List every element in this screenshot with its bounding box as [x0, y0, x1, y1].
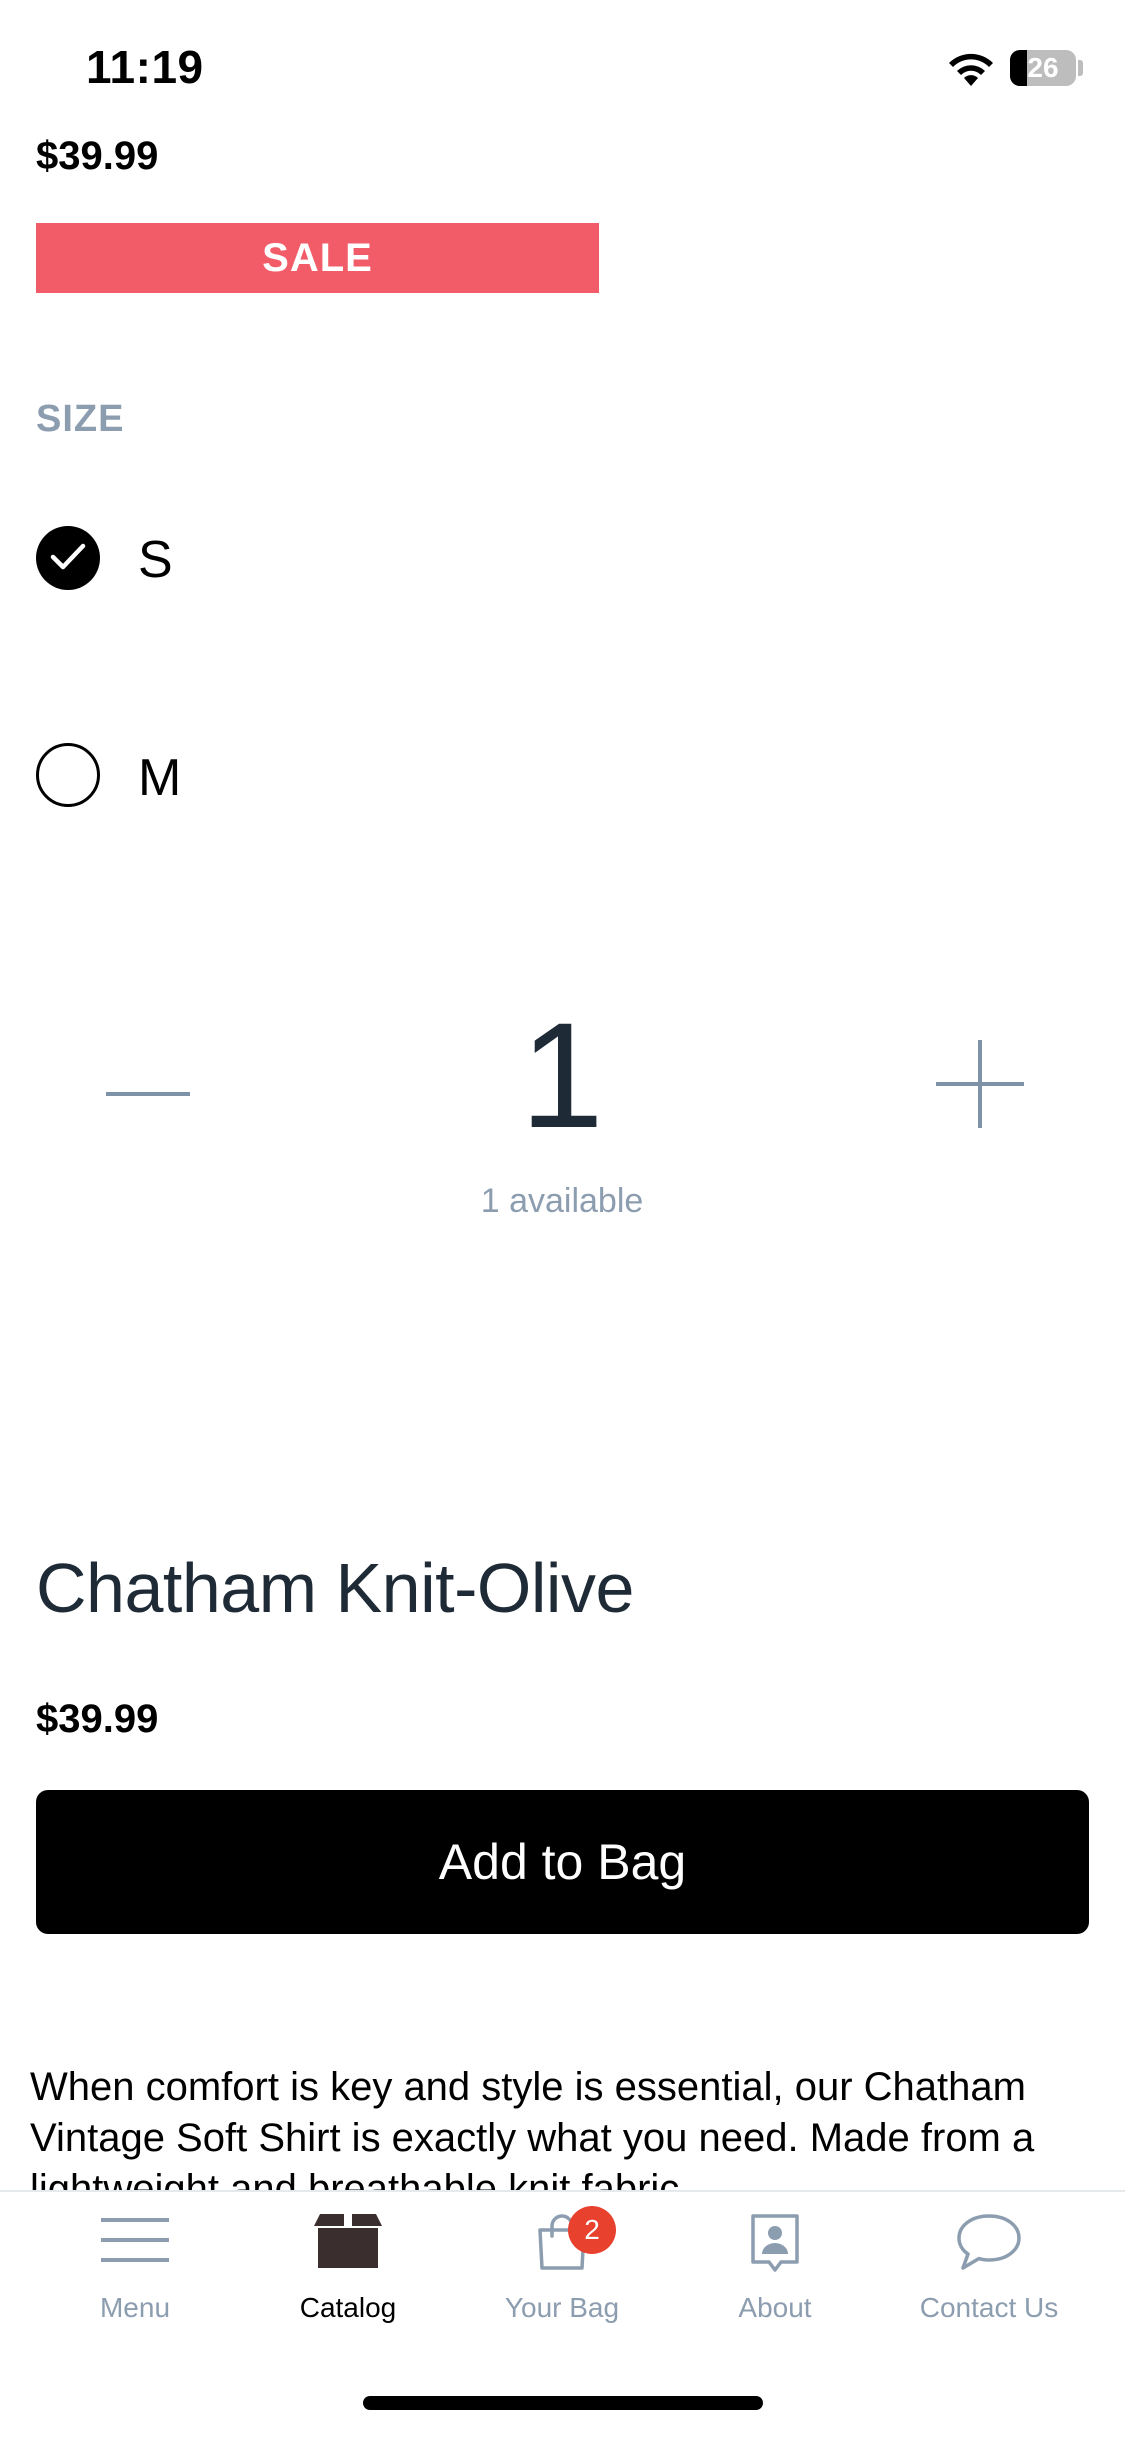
tab-catalog-label: Catalog — [299, 2292, 397, 2323]
tab-menu-label: Menu — [99, 2292, 171, 2323]
quantity-value: 1 — [520, 991, 604, 1159]
tab-menu[interactable]: Menu — [35, 2212, 235, 2342]
availability-text: 1 available — [480, 1182, 644, 1220]
bag-count-badge: 2 — [568, 2206, 616, 2254]
checkmark-icon — [50, 543, 86, 570]
chat-bubble-icon — [957, 2214, 1021, 2270]
sale-badge: SALE — [36, 223, 599, 293]
box-icon — [314, 2214, 382, 2268]
price-bottom: $39.99 — [36, 1697, 159, 1741]
price-top: $39.99 — [36, 134, 159, 178]
tab-contact-us[interactable]: Contact Us — [889, 2212, 1089, 2342]
wifi-icon — [949, 53, 993, 86]
tab-your-bag[interactable]: 2 Your Bag — [462, 2206, 662, 2342]
tab-contact-us-label: Contact Us — [919, 2292, 1059, 2323]
size-m-label[interactable]: M — [138, 748, 181, 808]
product-description: When comfort is key and style is essenti… — [30, 2065, 1035, 2190]
product-name: Chatham Knit-Olive — [36, 1549, 634, 1627]
battery-icon: 26 — [1010, 50, 1076, 86]
increment-button[interactable] — [934, 1038, 1026, 1130]
size-s-radio[interactable] — [36, 526, 100, 590]
battery-nub — [1078, 60, 1083, 76]
battery-level: 26 — [1027, 52, 1059, 83]
tab-about[interactable]: About — [675, 2212, 875, 2342]
tab-catalog[interactable]: Catalog — [248, 2212, 448, 2342]
add-to-bag-button[interactable]: Add to Bag — [36, 1790, 1089, 1934]
person-icon — [751, 2214, 799, 2272]
decrement-button[interactable] — [104, 1069, 192, 1119]
size-section-label: SIZE — [36, 398, 125, 440]
tab-about-label: About — [738, 2292, 812, 2323]
status-time: 11:19 — [86, 41, 204, 93]
menu-icon — [101, 2218, 169, 2262]
size-m-radio[interactable] — [36, 743, 100, 807]
tab-your-bag-label: Your Bag — [504, 2292, 620, 2323]
home-indicator — [363, 2396, 763, 2410]
size-s-label[interactable]: S — [138, 530, 173, 590]
